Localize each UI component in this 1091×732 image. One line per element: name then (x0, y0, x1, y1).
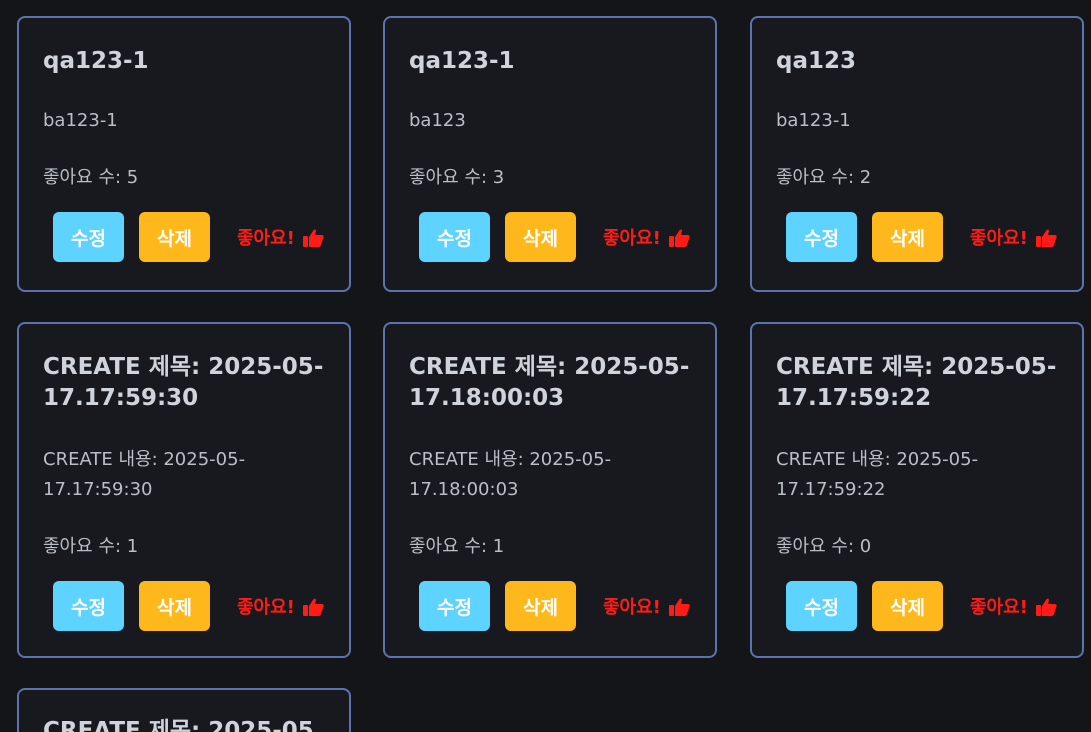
thumbs-up-icon (302, 598, 324, 616)
delete-button[interactable]: 삭제 (872, 212, 943, 262)
thumbs-up-icon (668, 229, 690, 247)
edit-button[interactable]: 수정 (53, 581, 124, 631)
like-button-label: 좋아요! (603, 597, 661, 618)
post-title: CREATE 제목: 2025-05 (43, 718, 314, 732)
edit-button[interactable]: 수정 (53, 212, 124, 262)
like-button-label: 좋아요! (970, 597, 1028, 618)
post-content: ba123-1 (776, 110, 851, 131)
edit-button[interactable]: 수정 (786, 581, 857, 631)
like-button[interactable]: 좋아요! (970, 593, 1057, 619)
post-card: CREATE 제목: 2025-05-17.17:59:30 CREATE 내용… (17, 322, 351, 658)
like-count: 좋아요 수: 2 (776, 166, 1062, 190)
like-button[interactable]: 좋아요! (603, 593, 690, 619)
edit-button[interactable]: 수정 (419, 212, 490, 262)
post-content: CREATE 내용: 2025-05-17.18:00:03 (409, 449, 612, 500)
like-count-value: 0 (859, 536, 872, 557)
post-card: qa123 ba123-1 좋아요 수: 2 수정 삭제 좋아요! (750, 16, 1084, 292)
like-button-label: 좋아요! (603, 228, 661, 249)
post-content: ba123 (409, 110, 466, 131)
delete-button[interactable]: 삭제 (872, 581, 943, 631)
post-title: qa123-1 (409, 48, 515, 74)
like-count-value: 1 (492, 536, 505, 557)
like-button[interactable]: 좋아요! (237, 224, 324, 250)
like-count-value: 5 (126, 167, 139, 188)
like-button[interactable]: 좋아요! (237, 593, 324, 619)
thumbs-up-icon (1035, 598, 1057, 616)
like-count-label: 좋아요 수: (409, 536, 493, 557)
card-actions: 수정 삭제 좋아요! (776, 581, 1062, 631)
like-count: 좋아요 수: 5 (43, 166, 329, 190)
post-title: CREATE 제목: 2025-05-17.17:59:22 (776, 354, 1057, 411)
post-content: CREATE 내용: 2025-05-17.17:59:30 (43, 449, 246, 500)
like-count-label: 좋아요 수: (43, 167, 127, 188)
delete-button[interactable]: 삭제 (139, 212, 210, 262)
edit-button[interactable]: 수정 (419, 581, 490, 631)
post-card: CREATE 제목: 2025-05-17.18:00:03 CREATE 내용… (383, 322, 717, 658)
like-count: 좋아요 수: 1 (43, 535, 329, 559)
card-actions: 수정 삭제 좋아요! (409, 212, 695, 262)
card-actions: 수정 삭제 좋아요! (43, 212, 329, 262)
post-card: CREATE 제목: 2025-05-17.17:59:22 CREATE 내용… (750, 322, 1084, 658)
post-title: CREATE 제목: 2025-05-17.18:00:03 (409, 354, 690, 411)
like-count: 좋아요 수: 1 (409, 535, 695, 559)
delete-button[interactable]: 삭제 (505, 212, 576, 262)
card-actions: 수정 삭제 좋아요! (776, 212, 1062, 262)
like-count-label: 좋아요 수: (409, 167, 493, 188)
like-button-label: 좋아요! (237, 597, 295, 618)
like-button[interactable]: 좋아요! (970, 224, 1057, 250)
post-title: qa123-1 (43, 48, 149, 74)
like-count-value: 3 (492, 167, 505, 188)
delete-button[interactable]: 삭제 (139, 581, 210, 631)
like-count-label: 좋아요 수: (776, 536, 860, 557)
post-card: qa123-1 ba123-1 좋아요 수: 5 수정 삭제 좋아요! (17, 16, 351, 292)
post-content: CREATE 내용: 2025-05-17.17:59:22 (776, 449, 979, 500)
like-button-label: 좋아요! (237, 228, 295, 249)
thumbs-up-icon (1035, 229, 1057, 247)
post-card: CREATE 제목: 2025-05 (17, 688, 351, 732)
like-count-label: 좋아요 수: (43, 536, 127, 557)
like-count-label: 좋아요 수: (776, 167, 860, 188)
post-grid: qa123-1 ba123-1 좋아요 수: 5 수정 삭제 좋아요! qa12… (0, 0, 1091, 732)
card-actions: 수정 삭제 좋아요! (43, 581, 329, 631)
delete-button[interactable]: 삭제 (505, 581, 576, 631)
thumbs-up-icon (668, 598, 690, 616)
like-button[interactable]: 좋아요! (603, 224, 690, 250)
like-button-label: 좋아요! (970, 228, 1028, 249)
like-count-value: 2 (859, 167, 872, 188)
card-actions: 수정 삭제 좋아요! (409, 581, 695, 631)
post-title: CREATE 제목: 2025-05-17.17:59:30 (43, 354, 324, 411)
post-card: qa123-1 ba123 좋아요 수: 3 수정 삭제 좋아요! (383, 16, 717, 292)
post-title: qa123 (776, 48, 856, 74)
like-count-value: 1 (126, 536, 139, 557)
like-count: 좋아요 수: 3 (409, 166, 695, 190)
post-content: ba123-1 (43, 110, 118, 131)
edit-button[interactable]: 수정 (786, 212, 857, 262)
thumbs-up-icon (302, 229, 324, 247)
like-count: 좋아요 수: 0 (776, 535, 1062, 559)
